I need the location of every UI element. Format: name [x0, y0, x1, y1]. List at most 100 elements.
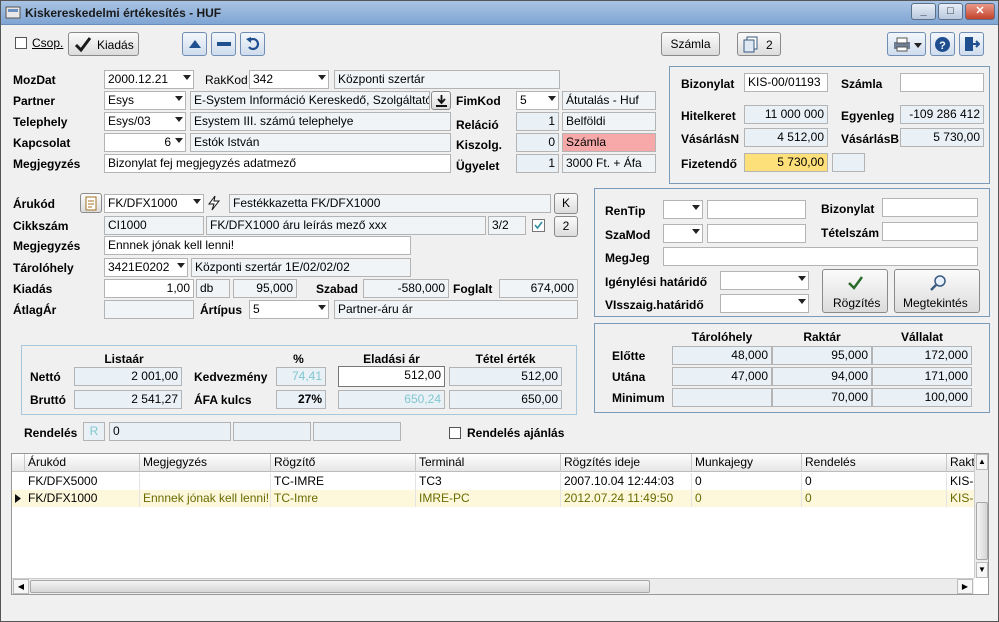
horizontal-scrollbar[interactable]: ◀ ▶ — [12, 578, 974, 594]
stock-cell — [672, 388, 772, 407]
chevron-down-icon — [177, 263, 185, 268]
scroll-thumb[interactable] — [976, 502, 988, 560]
arukod-field[interactable]: FK/DFX1000 — [104, 194, 204, 213]
chevron-down-icon — [318, 75, 326, 80]
telephely-value: Esys/03 — [108, 114, 151, 128]
item-megjegyzes-label: Megjegyzés — [13, 239, 81, 253]
artipus-field[interactable]: 5 — [249, 300, 329, 319]
help-button[interactable]: ? — [930, 32, 955, 56]
szamod-name[interactable] — [707, 224, 806, 243]
mozdat-field[interactable]: 2000.12.21 — [104, 70, 194, 89]
kiadas-price: 95,000 — [233, 279, 297, 298]
partner-download-button[interactable] — [431, 91, 451, 110]
item-megjegyzes-input[interactable]: Ennnek jónak kell lenni! — [104, 236, 411, 255]
szabad-value: -580,000 — [363, 279, 449, 298]
grid-indicator-header — [12, 454, 25, 472]
maximize-button[interactable]: □ — [938, 3, 963, 20]
move-up-button[interactable] — [182, 32, 207, 56]
scroll-up-icon[interactable]: ▲ — [976, 454, 988, 470]
fimkod-field[interactable]: 5 — [516, 91, 559, 110]
exit-button[interactable] — [959, 32, 984, 56]
telephely-field[interactable]: Esys/03 — [104, 112, 186, 131]
chevron-down-icon — [692, 229, 700, 234]
grid-cell: 0 — [802, 473, 947, 490]
kiadas-qty-input[interactable]: 1,00 — [104, 279, 194, 298]
fizetendo-extra — [832, 153, 865, 172]
count-button[interactable]: 2 — [554, 216, 578, 237]
grid-col-terminal[interactable]: Terminál — [416, 454, 561, 472]
r-field[interactable]: R — [83, 422, 105, 441]
szamod-field[interactable] — [663, 224, 703, 243]
kapcsolat-field[interactable]: 6 — [104, 133, 186, 152]
undo-button[interactable] — [240, 32, 265, 56]
stock-cell: 94,000 — [772, 367, 872, 386]
grid-cell: 0 — [802, 490, 947, 507]
grid-col-rendeles[interactable]: Rendelés — [802, 454, 947, 472]
ajanlas-checkbox[interactable] — [449, 427, 461, 439]
scroll-left-icon[interactable]: ◀ — [13, 579, 29, 594]
table-row-selected[interactable]: FK/DFX1000 Ennnek jónak kell lenni! TC-I… — [12, 490, 977, 507]
grid-cell: TC-Imre — [271, 490, 416, 507]
atlagar-label: ÁtlagÁr — [13, 303, 57, 317]
bizonylat-label: Bizonylat — [681, 77, 735, 91]
copies-button[interactable]: 2 — [737, 32, 781, 56]
table-row[interactable]: FK/DFX5000 TC-IMRE TC3 2007.10.04 12:44:… — [12, 473, 977, 490]
grid-col-rogzites-ideje[interactable]: Rögzítés ideje — [561, 454, 692, 472]
window-title: Kiskereskedelmi értékesítés - HUF — [25, 6, 222, 20]
rendeles-value: 0 — [109, 422, 231, 441]
csop-label: Csop. — [32, 36, 64, 50]
visszaig-date-field[interactable] — [720, 294, 809, 313]
partner-field[interactable]: Esys — [104, 91, 186, 110]
csop-checkbox[interactable] — [15, 37, 27, 49]
vasarlasn-value: 4 512,00 — [744, 128, 828, 147]
records-grid: Árukód Megjegyzés Rögzítő Terminál Rögzí… — [11, 453, 989, 595]
grid-col-arukod[interactable]: Árukód — [25, 454, 140, 472]
vertical-scrollbar[interactable]: ▲ ▼ — [974, 454, 988, 578]
scroll-right-icon[interactable]: ▶ — [957, 579, 973, 594]
arukod-label: Árukód — [13, 197, 55, 211]
rakkod-field[interactable]: 342 — [249, 70, 329, 89]
scroll-thumb-horizontal[interactable] — [30, 580, 650, 593]
minimize-button[interactable]: _ — [911, 3, 936, 20]
eladasi-netto-input[interactable]: 512,00 — [338, 366, 445, 387]
tarolohely-label: Tárolóhely — [13, 261, 74, 275]
chevron-down-icon — [175, 96, 183, 101]
rakkod-name: Központi szertár — [334, 70, 560, 89]
lightning-icon[interactable] — [207, 195, 221, 211]
grid-cell: TC3 — [416, 473, 561, 490]
chevron-down-icon — [183, 75, 191, 80]
mozdat-label: MozDat — [13, 73, 56, 87]
arukod-lookup-button[interactable] — [80, 193, 102, 213]
telephely-label: Telephely — [13, 115, 68, 129]
grid-col-megjegyzes[interactable]: Megjegyzés — [140, 454, 271, 472]
rendeles-label: Rendelés — [24, 426, 78, 440]
checkbox-checked-icon[interactable] — [532, 219, 545, 232]
close-button[interactable]: ✕ — [965, 3, 995, 20]
tarolohely-field[interactable]: 3421E0202 — [104, 258, 188, 277]
megjegyzes-label: Megjegyzés — [13, 157, 81, 171]
reserve-bizonylat-input[interactable] — [882, 198, 978, 217]
grid-col-munkajegy[interactable]: Munkajegy — [692, 454, 802, 472]
rentip-name[interactable] — [707, 200, 806, 219]
stock-cell: 70,000 — [772, 388, 872, 407]
grid-col-rogzito[interactable]: Rögzítő — [271, 454, 416, 472]
arukod-name: Festékkazetta FK/DFX1000 — [229, 194, 551, 213]
rogzites-button[interactable]: Rögzítés — [822, 269, 888, 313]
foglalt-label: Foglalt — [453, 282, 493, 296]
megtekintes-button[interactable]: Megtekintés — [894, 269, 980, 313]
szamla-button[interactable]: Számla — [661, 32, 720, 56]
tetelszam-input[interactable] — [882, 222, 978, 241]
grid-col-raktar[interactable]: Rakt — [947, 454, 977, 472]
megjegyzes-input[interactable]: Bizonylat fej megjegyzés adatmező — [104, 154, 451, 173]
scroll-down-icon[interactable]: ▼ — [976, 562, 988, 578]
undo-icon — [246, 37, 260, 51]
k-button[interactable]: K — [554, 193, 578, 214]
kapcsolat-name: Estók István — [190, 133, 451, 152]
eladasi-header: Eladási ár — [363, 352, 420, 366]
remove-button[interactable] — [211, 32, 236, 56]
igenyles-date-field[interactable] — [720, 271, 809, 290]
print-button[interactable] — [887, 32, 926, 56]
rentip-field[interactable] — [663, 200, 703, 219]
kiadas-button[interactable]: Kiadás — [68, 32, 139, 56]
megjeg-input[interactable] — [663, 247, 978, 266]
